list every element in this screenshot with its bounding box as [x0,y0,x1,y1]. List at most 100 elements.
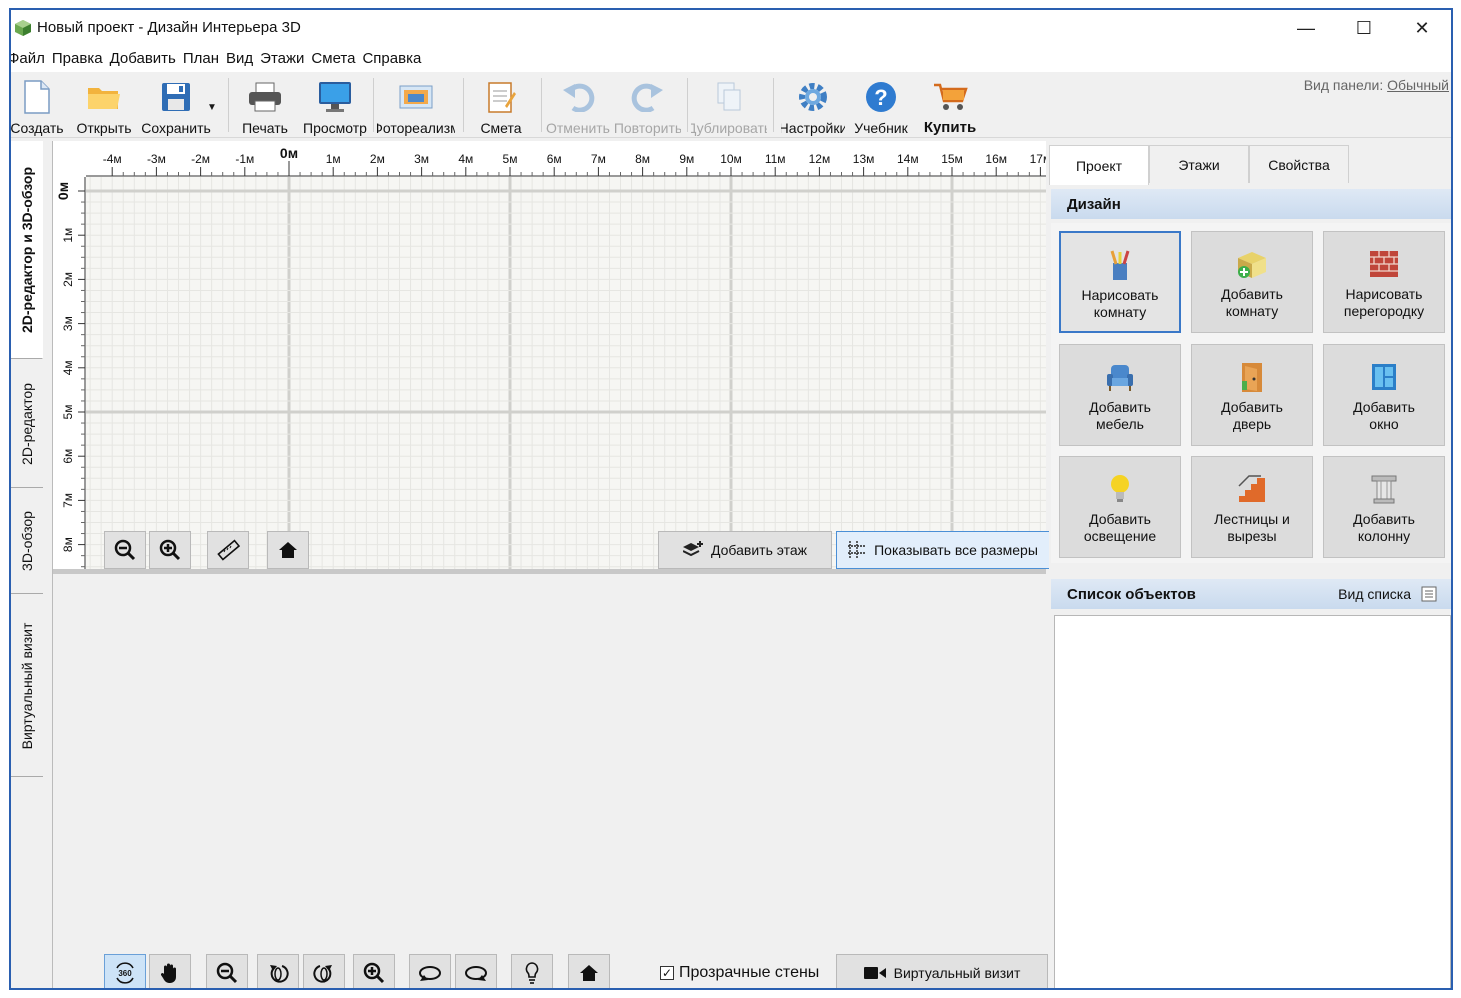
menu-estimate[interactable]: Смета [311,48,362,72]
panel-view-selector[interactable]: Вид панели: Обычный [1304,77,1449,93]
duplicate-icon [717,82,741,111]
rotate-360-button[interactable]: 360 [104,954,146,988]
zoom-in-3d-button[interactable] [353,954,395,988]
plan-grid[interactable] [86,177,1046,577]
menu-plan[interactable]: План [183,48,226,72]
x-axis-tick-label: 5м [503,152,518,166]
close-button[interactable]: ✕ [1393,10,1451,46]
tab-project[interactable]: Проект [1049,145,1149,185]
toolbar-separator [373,78,374,132]
x-axis-tick-label: 2м [370,152,385,166]
horizontal-ruler: -4м -3м -2м -1м 0м 1м 2м 3м 4м 5м 6м 7м 8м 9м 10м 11м 12… [53,141,1075,177]
print-button[interactable]: Печать [237,74,293,136]
y-axis-tick-label: 6м [61,449,75,464]
measure-tool-button[interactable] [207,531,249,569]
tab-properties[interactable]: Свойства [1249,145,1349,183]
y-axis-tick-label: 2м [61,272,75,287]
estimate-button[interactable]: Смета [473,74,529,136]
add-door-button[interactable]: Добавить дверь [1191,344,1313,446]
orbit-left-button[interactable] [409,954,451,988]
preview-button[interactable]: Просмотр [299,74,371,136]
toolbar-separator [463,78,464,132]
photorealism-button[interactable]: Фотореализм [377,74,455,136]
x-axis-tick-label: 10м [720,152,742,166]
x-axis-tick-label: 11м [765,152,786,166]
open-button[interactable]: Открыть [69,74,139,136]
x-axis-tick-label: 15м [941,152,963,166]
draw-partition-button[interactable]: Нарисовать перегородку [1323,231,1445,333]
menu-add[interactable]: Добавить [110,48,183,72]
tutorial-button[interactable]: ? Учебник [851,74,911,136]
maximize-button[interactable]: ☐ [1335,10,1393,46]
light-bulb-icon [525,962,539,984]
main-toolbar: Создать Открыть Сохранить ▼ Печать Просм… [11,72,1451,138]
dimensions-grid-icon [848,541,867,559]
vertical-ruler-scale: 0м 1м 2м 3м 4м 5м 6м 7м 8м [55,177,86,579]
home-3d-button[interactable] [568,954,610,988]
tab-3d-view[interactable]: 3D-обзор [11,489,43,594]
tab-2d-editor-and-3d-view[interactable]: 2D-редактор и 3D-обзор [11,141,43,359]
hand-icon [160,963,176,983]
column-icon [1371,475,1397,504]
draw-room-button[interactable]: Нарисовать комнату [1059,231,1181,333]
rotate-right-button[interactable] [303,954,345,988]
buy-button[interactable]: Купить [917,74,983,136]
estimate-notebook-icon [488,82,516,113]
add-column-button[interactable]: Добавить колонну [1323,456,1445,558]
tab-2d-editor[interactable]: 2D-редактор [11,360,43,488]
horizontal-ruler-scale: -4м -3м -2м -1м 0м 1м 2м 3м 4м 5м 6м 7м 8м 9м 10м 11м 12… [86,145,1075,177]
tab-floors[interactable]: Этажи [1149,145,1249,183]
redo-button[interactable]: Повторить [615,74,681,136]
add-furniture-button[interactable]: Добавить мебель [1059,344,1181,446]
minimize-button[interactable]: — [1277,10,1335,46]
stairs-and-cutouts-button[interactable]: Лестницы и вырезы [1191,456,1313,558]
menu-floors[interactable]: Этажи [260,48,311,72]
zoom-in-2d-button[interactable] [149,531,191,569]
virtual-visit-button[interactable]: Виртуальный визит [836,954,1048,988]
orbit-right-icon [465,966,487,981]
settings-button[interactable]: Настройки [781,74,845,136]
tab-virtual-visit[interactable]: Виртуальный визит [11,595,43,777]
pencil-cup-icon [1110,250,1130,280]
rotate-left-button[interactable] [257,954,299,988]
x-axis-tick-label: 8м [635,152,650,166]
duplicate-button[interactable]: Дублировать [691,74,767,136]
menu-help[interactable]: Справка [362,48,428,72]
add-lighting-button[interactable]: Добавить освещение [1059,456,1181,558]
transparent-walls-toggle[interactable]: ✓ Прозрачные стены [660,964,819,982]
plan-2d-view[interactable]: -4м -3м -2м -1м 0м 1м 2м 3м 4м 5м 6м 7м 8м 9м 10м 11м 12… [53,141,1075,579]
orbit-right-button[interactable] [455,954,497,988]
gear-icon [799,83,827,111]
save-dropdown-arrow-icon[interactable]: ▼ [207,102,217,113]
window-icon [1372,364,1396,390]
create-button[interactable]: Создать [11,74,65,136]
list-view-toggle[interactable]: Вид списка [1338,579,1437,609]
zoom-out-2d-button[interactable] [104,531,146,569]
lighting-button[interactable] [511,954,553,988]
add-window-button[interactable]: Добавить окно [1323,344,1445,446]
add-room-button[interactable]: Добавить комнату [1191,231,1313,333]
menu-file[interactable]: Файл [11,48,52,72]
rotate-360-icon: 360 [116,962,134,984]
x-axis-tick-label: 7м [591,152,606,166]
x-axis-tick-label: 13м [853,152,875,166]
add-floor-button[interactable]: Добавить этаж [658,531,832,569]
zoom-out-3d-button[interactable] [206,954,248,988]
view-3d[interactable]: 360 ✓ Прозрачные стены Виртуальный визит [53,574,1048,988]
panel-view-value[interactable]: Обычный [1387,77,1449,93]
save-button[interactable]: Сохранить [141,74,211,136]
menu-edit[interactable]: Правка [52,48,110,72]
object-list[interactable] [1054,615,1451,988]
monitor-icon [319,82,351,112]
show-all-dimensions-button[interactable]: Показывать все размеры [836,531,1050,569]
menu-view[interactable]: Вид [226,48,260,72]
pan-hand-button[interactable] [149,954,191,988]
transparent-walls-checkbox[interactable]: ✓ [660,966,674,980]
photo-render-icon [399,85,433,109]
app-window: Новый проект - Дизайн Интерьера 3D — ☐ ✕… [9,8,1453,990]
home-2d-button[interactable] [267,531,309,569]
zoom-out-icon [114,539,136,561]
undo-button[interactable]: Отменить [545,74,611,136]
add-room-icon [1238,252,1266,278]
close-icon: ✕ [1414,17,1430,38]
